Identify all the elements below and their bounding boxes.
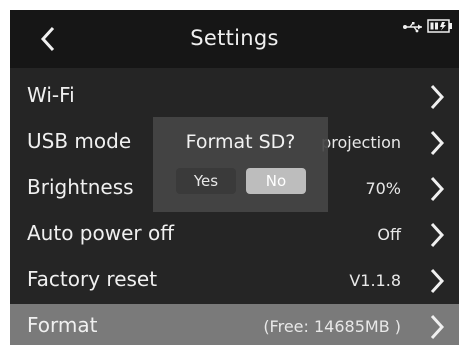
row-value: V1.1.8 <box>349 271 401 290</box>
row-label: Brightness <box>27 175 134 199</box>
format-confirm-dialog: Format SD? Yes No <box>153 117 328 212</box>
row-label: Auto power off <box>27 221 174 245</box>
row-value: Off <box>377 225 401 244</box>
settings-screen: Settings Wi-Fi USB mode projection Brigh… <box>10 10 459 345</box>
page-title: Settings <box>190 26 279 50</box>
row-wifi[interactable]: Wi-Fi <box>10 74 459 120</box>
row-label: USB mode <box>27 129 132 153</box>
battery-icon <box>427 19 452 33</box>
title-bar: Settings <box>10 10 459 68</box>
row-value: (Free: 14685MB ) <box>263 317 401 336</box>
row-value: projection <box>321 133 401 152</box>
chevron-right-icon <box>430 130 445 156</box>
chevron-right-icon <box>430 176 445 202</box>
row-label: Wi-Fi <box>27 83 75 107</box>
row-label: Format <box>27 313 98 337</box>
row-auto-power-off[interactable]: Auto power off Off <box>10 212 459 258</box>
yes-button[interactable]: Yes <box>176 168 236 194</box>
row-label: Factory reset <box>27 267 158 291</box>
chevron-right-icon <box>430 84 445 110</box>
dialog-title: Format SD? <box>185 131 296 153</box>
row-value: 70% <box>365 179 401 198</box>
row-factory-reset[interactable]: Factory reset V1.1.8 <box>10 258 459 304</box>
chevron-right-icon <box>430 268 445 294</box>
no-button[interactable]: No <box>246 168 306 194</box>
chevron-right-icon <box>430 222 445 248</box>
chevron-right-icon <box>430 314 445 340</box>
row-format[interactable]: Format (Free: 14685MB ) <box>10 304 459 345</box>
usb-icon <box>403 22 422 33</box>
